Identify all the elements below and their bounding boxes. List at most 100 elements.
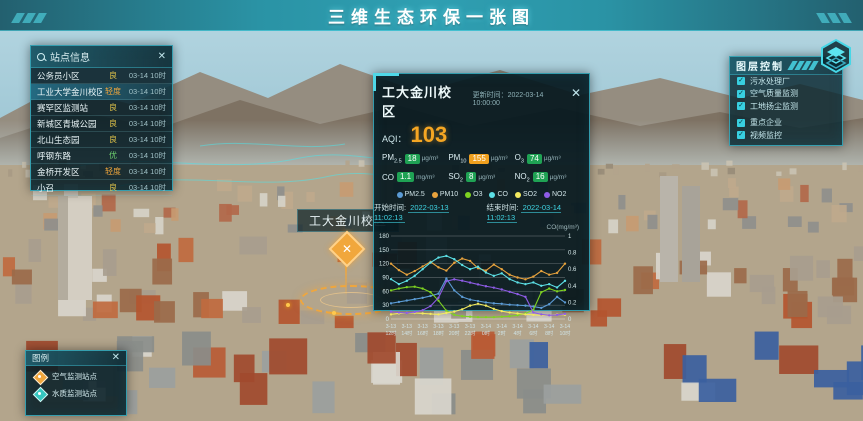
data-point [524, 278, 526, 280]
data-point [445, 277, 447, 279]
x-axis-tick-date: 3-14 [544, 324, 554, 330]
pollutant-cell: CO1.1mg/m³ [382, 172, 448, 184]
close-icon[interactable]: ✕ [158, 52, 166, 62]
data-point [485, 301, 487, 303]
data-point [516, 312, 518, 314]
x-axis-tick-date: 3-14 [497, 324, 507, 330]
data-point [532, 312, 534, 314]
left-axis-tick: 150 [379, 248, 390, 254]
layer-item[interactable]: ✓重点企业 [730, 117, 842, 130]
checkbox-checked-icon[interactable]: ✓ [737, 77, 745, 85]
data-point [508, 315, 510, 317]
data-point [493, 264, 495, 266]
pollutant-unit: µg/m³ [422, 155, 439, 162]
layer-item[interactable]: ✓空气质量监测 [730, 88, 842, 101]
checkbox-checked-icon[interactable]: ✓ [737, 102, 745, 110]
data-point [429, 305, 431, 307]
data-point [398, 269, 400, 271]
layer-item[interactable]: ✓视频监控 [730, 129, 842, 142]
data-point [390, 263, 392, 265]
station-row[interactable]: 工业大学金川校区轻度03-14 10时 [31, 84, 172, 100]
data-point [398, 288, 400, 290]
station-update-time: 03-14 10时 [124, 150, 166, 161]
pollutant-unit: µg/m³ [491, 155, 508, 162]
data-point [461, 296, 463, 298]
station-update-time: 03-14 10时 [124, 182, 166, 193]
layer-item[interactable]: ✓工地扬尘监测 [730, 100, 842, 113]
chart-legend-item[interactable]: PM2.5 [397, 191, 425, 198]
data-point [532, 314, 534, 316]
station-update-time: 03-14 10时 [124, 86, 166, 97]
checkbox-checked-icon[interactable]: ✓ [737, 119, 745, 127]
chart-legend-item[interactable]: NO2 [544, 191, 566, 198]
chart-legend-item[interactable]: O3 [465, 191, 482, 198]
data-point [437, 313, 439, 315]
aqi-value: 103 [411, 122, 448, 148]
layers-badge-icon[interactable] [818, 38, 854, 74]
pollutant-unit: mg/m³ [416, 174, 434, 181]
pollutant-name: CO [382, 173, 394, 182]
layer-item[interactable]: ✓污水处理厂 [730, 75, 842, 88]
header-deco-left [14, 10, 60, 20]
data-point [437, 300, 439, 302]
chart-legend-item[interactable]: PM10 [432, 191, 458, 198]
pollutant-name: PM10 [448, 153, 466, 165]
legend-list: 空气监测站点水质监测站点 [26, 366, 126, 400]
checkbox-checked-icon[interactable]: ✓ [737, 131, 745, 139]
x-axis-tick-hour: 8时 [545, 329, 553, 337]
checkbox-checked-icon[interactable]: ✓ [737, 90, 745, 98]
header-bar: 三维生态环保一张图 [0, 0, 863, 31]
data-point [556, 296, 558, 298]
close-icon[interactable]: ✕ [112, 353, 120, 363]
data-point [421, 309, 423, 311]
close-icon[interactable]: ✕ [571, 87, 581, 99]
pollutant-trend-chart[interactable]: 030609012015018000.20.40.60.813-1312时3-1… [374, 231, 585, 341]
data-point [501, 310, 503, 312]
fan-icon: ✕ [336, 238, 358, 260]
station-row[interactable]: 小召良03-14 10时 [31, 180, 172, 196]
data-point [548, 303, 550, 305]
chart-legend-item[interactable]: CO [489, 191, 508, 198]
data-point [501, 272, 503, 274]
data-point [445, 310, 447, 312]
data-point [390, 313, 392, 315]
station-row[interactable]: 金桥开发区轻度03-14 10时 [31, 164, 172, 180]
x-axis-tick-hour: 20时 [449, 329, 460, 337]
data-point [516, 304, 518, 306]
legend-item: 空气监测站点 [26, 366, 126, 383]
station-row[interactable]: 公务员小区良03-14 10时 [31, 68, 172, 84]
pollutant-value: 16 [533, 172, 548, 182]
data-point [414, 298, 416, 300]
data-point [548, 283, 550, 285]
data-point [548, 274, 550, 276]
marker-dot [286, 303, 290, 307]
x-axis-tick-date: 3-13 [433, 324, 443, 330]
station-row[interactable]: 呼钢东路优03-14 10时 [31, 148, 172, 164]
data-point [540, 291, 542, 293]
legend-label: SO2 [523, 191, 537, 198]
station-update-time: 03-14 10时 [124, 118, 166, 129]
pollutant-grid: PM2.518µg/m³PM10155µg/m³O374µg/m³CO1.1mg… [374, 148, 589, 185]
chart-legend-item[interactable]: SO2 [515, 191, 537, 198]
marker-dot [332, 311, 336, 315]
data-point [493, 275, 495, 277]
data-point [532, 276, 534, 278]
station-row[interactable]: 新城区青城公园良03-14 10时 [31, 116, 172, 132]
search-icon[interactable] [37, 53, 45, 61]
station-panel-title: 站点信息 [50, 49, 90, 64]
data-point [390, 289, 392, 291]
data-point [493, 308, 495, 310]
pollutant-name: O3 [515, 153, 524, 165]
station-name: 小召 [37, 182, 102, 194]
x-axis-tick-hour: 0时 [482, 329, 490, 337]
data-point [469, 299, 471, 301]
data-point [390, 311, 392, 313]
layer-list: ✓污水处理厂✓空气质量监测✓工地扬尘监测 ✓重点企业✓视频监控 [730, 75, 842, 142]
legend-dot [432, 192, 438, 198]
data-point [398, 283, 400, 285]
data-point [398, 312, 400, 314]
data-point [421, 297, 423, 299]
station-row[interactable]: 赛罕区监测站良03-14 10时 [31, 100, 172, 116]
station-row[interactable]: 北山生态园良03-14 10时 [31, 132, 172, 148]
data-point [445, 312, 447, 314]
